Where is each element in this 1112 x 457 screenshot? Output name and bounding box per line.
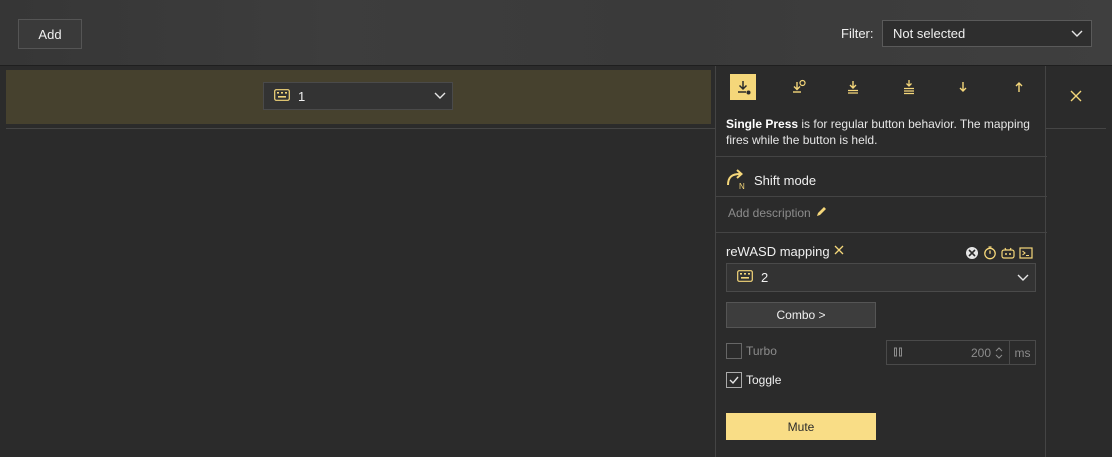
toggle-checkbox[interactable] [726,372,742,388]
mapping-settings-panel: Single Press is for regular button behav… [715,66,1047,457]
shift-mode-row[interactable]: N Shift mode [726,166,816,194]
chevron-down-icon [1017,271,1029,286]
triple-press-icon[interactable] [896,74,922,100]
single-press-icon[interactable] [730,74,756,100]
toggle-row[interactable]: Toggle [726,372,781,388]
close-icon[interactable] [1068,88,1084,104]
turbo-checkbox[interactable] [726,343,742,359]
row-key-select[interactable]: 1 [263,82,453,110]
spinner-arrows-icon[interactable] [995,346,1003,360]
shift-arrow-icon: N [726,167,748,194]
turbo-value: 200 [970,345,991,360]
double-press-icon[interactable] [840,74,866,100]
combo-button[interactable]: Combo > [726,302,876,328]
start-press-icon[interactable] [950,74,976,100]
rewasd-mapping-header: reWASD mapping [726,244,845,259]
clear-mapping-icon[interactable] [833,244,845,259]
terminal-icon[interactable] [1019,246,1033,260]
shift-mode-label: Shift mode [754,172,817,188]
mapping-key-value: 2 [761,270,769,285]
add-description[interactable]: Add description [728,206,827,220]
chevron-down-icon [434,89,446,104]
row-key-value: 1 [298,88,306,104]
gamepad-icon[interactable] [965,246,979,260]
release-icon[interactable] [1006,74,1032,100]
add-button[interactable]: Add [18,19,82,49]
pause-icon [893,346,903,360]
controller-icon[interactable] [1001,246,1015,260]
filter-select[interactable]: Not selected [882,20,1092,47]
keyboard-icon [274,88,290,104]
toggle-label: Toggle [746,373,782,387]
mapping-type-icons [965,246,1033,260]
pencil-icon [816,206,827,220]
divider [716,156,1047,157]
timer-icon[interactable] [983,246,997,260]
keyboard-icon [737,270,753,285]
turbo-row[interactable]: Turbo [726,343,777,359]
divider [716,232,1047,233]
turbo-delay-field[interactable]: 200 ms [886,340,1036,365]
filter-value: Not selected [893,26,966,41]
divider [716,196,1047,197]
turbo-unit: ms [1009,341,1035,364]
long-press-icon[interactable] [786,74,812,100]
press-mode-bar [716,66,1047,110]
chevron-down-icon [1071,27,1083,42]
add-description-label: Add description [728,206,811,220]
turbo-label: Turbo [746,344,777,358]
mode-name: Single Press [726,117,799,131]
top-toolbar: Add Filter: Not selected [0,0,1112,66]
rewasd-mapping-label: reWASD mapping [726,244,830,259]
mute-button[interactable]: Mute [726,413,876,440]
mapping-key-select[interactable]: 2 [726,263,1036,292]
svg-text:N: N [739,182,745,191]
mode-description: Single Press is for regular button behav… [726,116,1041,148]
filter-label: Filter: [841,26,874,41]
